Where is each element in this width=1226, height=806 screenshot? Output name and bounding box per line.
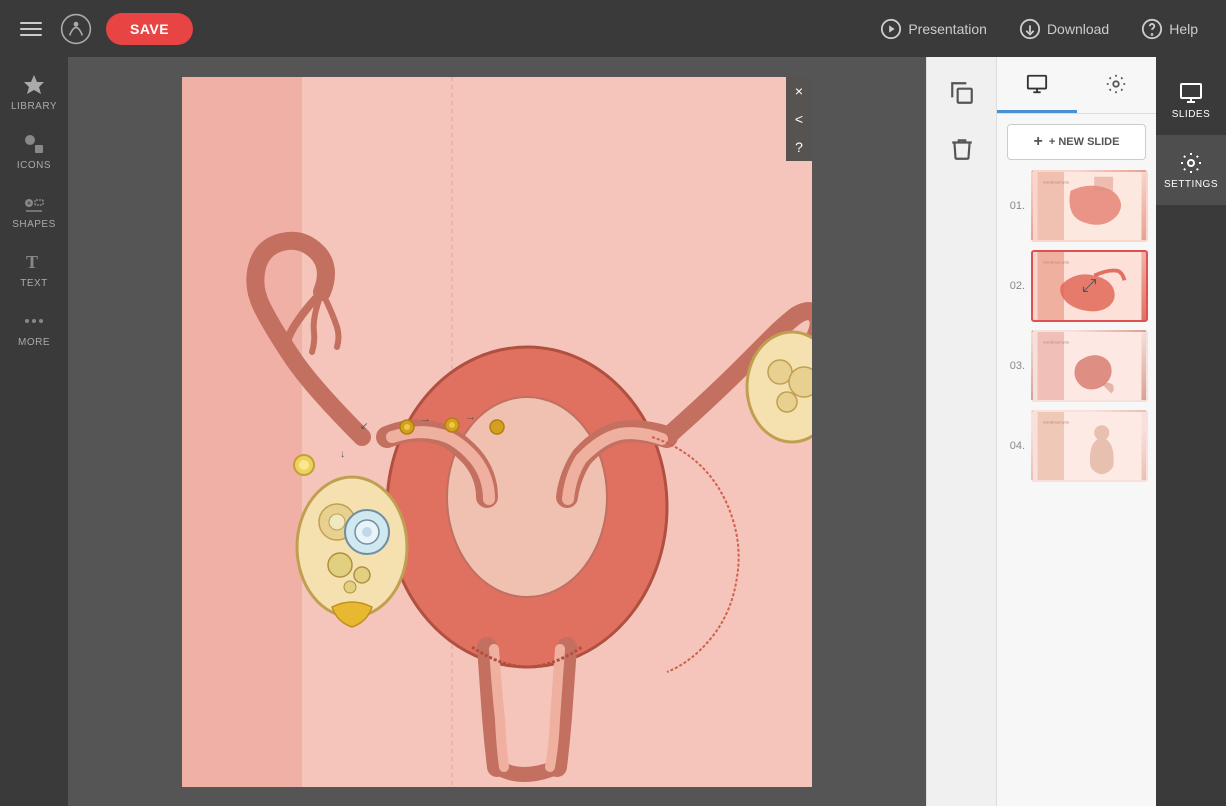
slide-thumbnail-4[interactable]: menstrual cycle: [1031, 410, 1148, 482]
slides-view-button[interactable]: SLIDES: [1156, 65, 1226, 135]
shapes-label: SHAPES: [12, 219, 56, 230]
svg-text:menstrual cycle: menstrual cycle: [1043, 420, 1069, 424]
delete-slide-button[interactable]: [927, 121, 996, 177]
help-label: Help: [1169, 21, 1198, 37]
more-label: MORE: [18, 337, 50, 348]
right-panel-actions: [926, 57, 996, 806]
slide-number-1: 01.: [1005, 200, 1025, 212]
svg-text:menstrual cycle: menstrual cycle: [1043, 260, 1069, 264]
tab-slides[interactable]: [997, 57, 1077, 113]
menu-icon[interactable]: [16, 18, 46, 40]
slides-panel: + + NEW SLIDE 01. menstrual cycle: [996, 57, 1156, 806]
library-label: LIBRARY: [11, 101, 57, 112]
canvas-container[interactable]: → → ↙ ↓: [182, 77, 812, 787]
svg-text:↙: ↙: [360, 421, 368, 432]
slide-thumbnail-2[interactable]: menstrual cycle ⤢: [1031, 250, 1148, 322]
presentation-label: Presentation: [908, 21, 987, 37]
settings-btn-label: SETTINGS: [1164, 179, 1218, 190]
settings-panel: SLIDES SETTINGS: [1156, 57, 1226, 806]
tab-settings[interactable]: [1077, 57, 1157, 113]
svg-text:menstrual cycle: menstrual cycle: [1043, 340, 1069, 344]
help-canvas-button[interactable]: ?: [786, 133, 812, 161]
svg-text:menstrual cycle: menstrual cycle: [1043, 180, 1069, 184]
main-content: LIBRARY ICONS SHAPES T TEXT: [0, 57, 1226, 806]
canvas-top-controls: × < ?: [786, 77, 812, 161]
slides-btn-label: SLIDES: [1172, 109, 1211, 120]
sidebar-item-icons[interactable]: ICONS: [4, 124, 64, 179]
save-button[interactable]: SAVE: [106, 13, 193, 45]
slide-number-2: 02.: [1005, 280, 1025, 292]
download-label: Download: [1047, 21, 1109, 37]
sidebar-item-shapes[interactable]: SHAPES: [4, 183, 64, 238]
new-slide-button[interactable]: + + NEW SLIDE: [1007, 124, 1146, 160]
slide-item-2[interactable]: 02. menstrual cycle ⤢: [1005, 250, 1148, 322]
collapse-canvas-button[interactable]: <: [786, 105, 812, 133]
topbar: SAVE Presentation Download Help: [0, 0, 1226, 57]
canvas-area: → → ↙ ↓: [68, 57, 926, 806]
svg-text:T: T: [26, 252, 38, 272]
svg-text:↓: ↓: [340, 449, 345, 460]
close-canvas-button[interactable]: ×: [786, 77, 812, 105]
sidebar-item-more[interactable]: MORE: [4, 301, 64, 356]
slide-thumbnail-1[interactable]: menstrual cycle: [1031, 170, 1148, 242]
slide-item-1[interactable]: 01. menstrual cycle: [1005, 170, 1148, 242]
slide-number-4: 04.: [1005, 440, 1025, 452]
icons-label: ICONS: [17, 160, 51, 171]
slide-list: 01. menstrual cycle 02.: [997, 166, 1156, 806]
slide-item-4[interactable]: 04. menstrual cycle: [1005, 410, 1148, 482]
slide-thumbnail-3[interactable]: menstrual cycle: [1031, 330, 1148, 402]
help-action[interactable]: Help: [1129, 12, 1210, 46]
download-action[interactable]: Download: [1007, 12, 1121, 46]
topbar-right-actions: Presentation Download Help: [868, 12, 1210, 46]
text-label: TEXT: [20, 278, 48, 289]
sidebar-item-text[interactable]: T TEXT: [4, 242, 64, 297]
plus-icon: +: [1034, 133, 1043, 151]
left-sidebar: LIBRARY ICONS SHAPES T TEXT: [0, 57, 68, 806]
settings-view-button[interactable]: SETTINGS: [1156, 135, 1226, 205]
svg-text:→: →: [420, 413, 431, 425]
duplicate-slide-button[interactable]: [927, 65, 996, 121]
svg-text:→: →: [465, 411, 476, 423]
slide-item-3[interactable]: 03. menstrual cycle: [1005, 330, 1148, 402]
sidebar-item-library[interactable]: LIBRARY: [4, 65, 64, 120]
app-logo: [58, 11, 94, 47]
slides-panel-tabs: [997, 57, 1156, 114]
new-slide-label: + NEW SLIDE: [1049, 136, 1120, 148]
slide-number-3: 03.: [1005, 360, 1025, 372]
presentation-action[interactable]: Presentation: [868, 12, 999, 46]
